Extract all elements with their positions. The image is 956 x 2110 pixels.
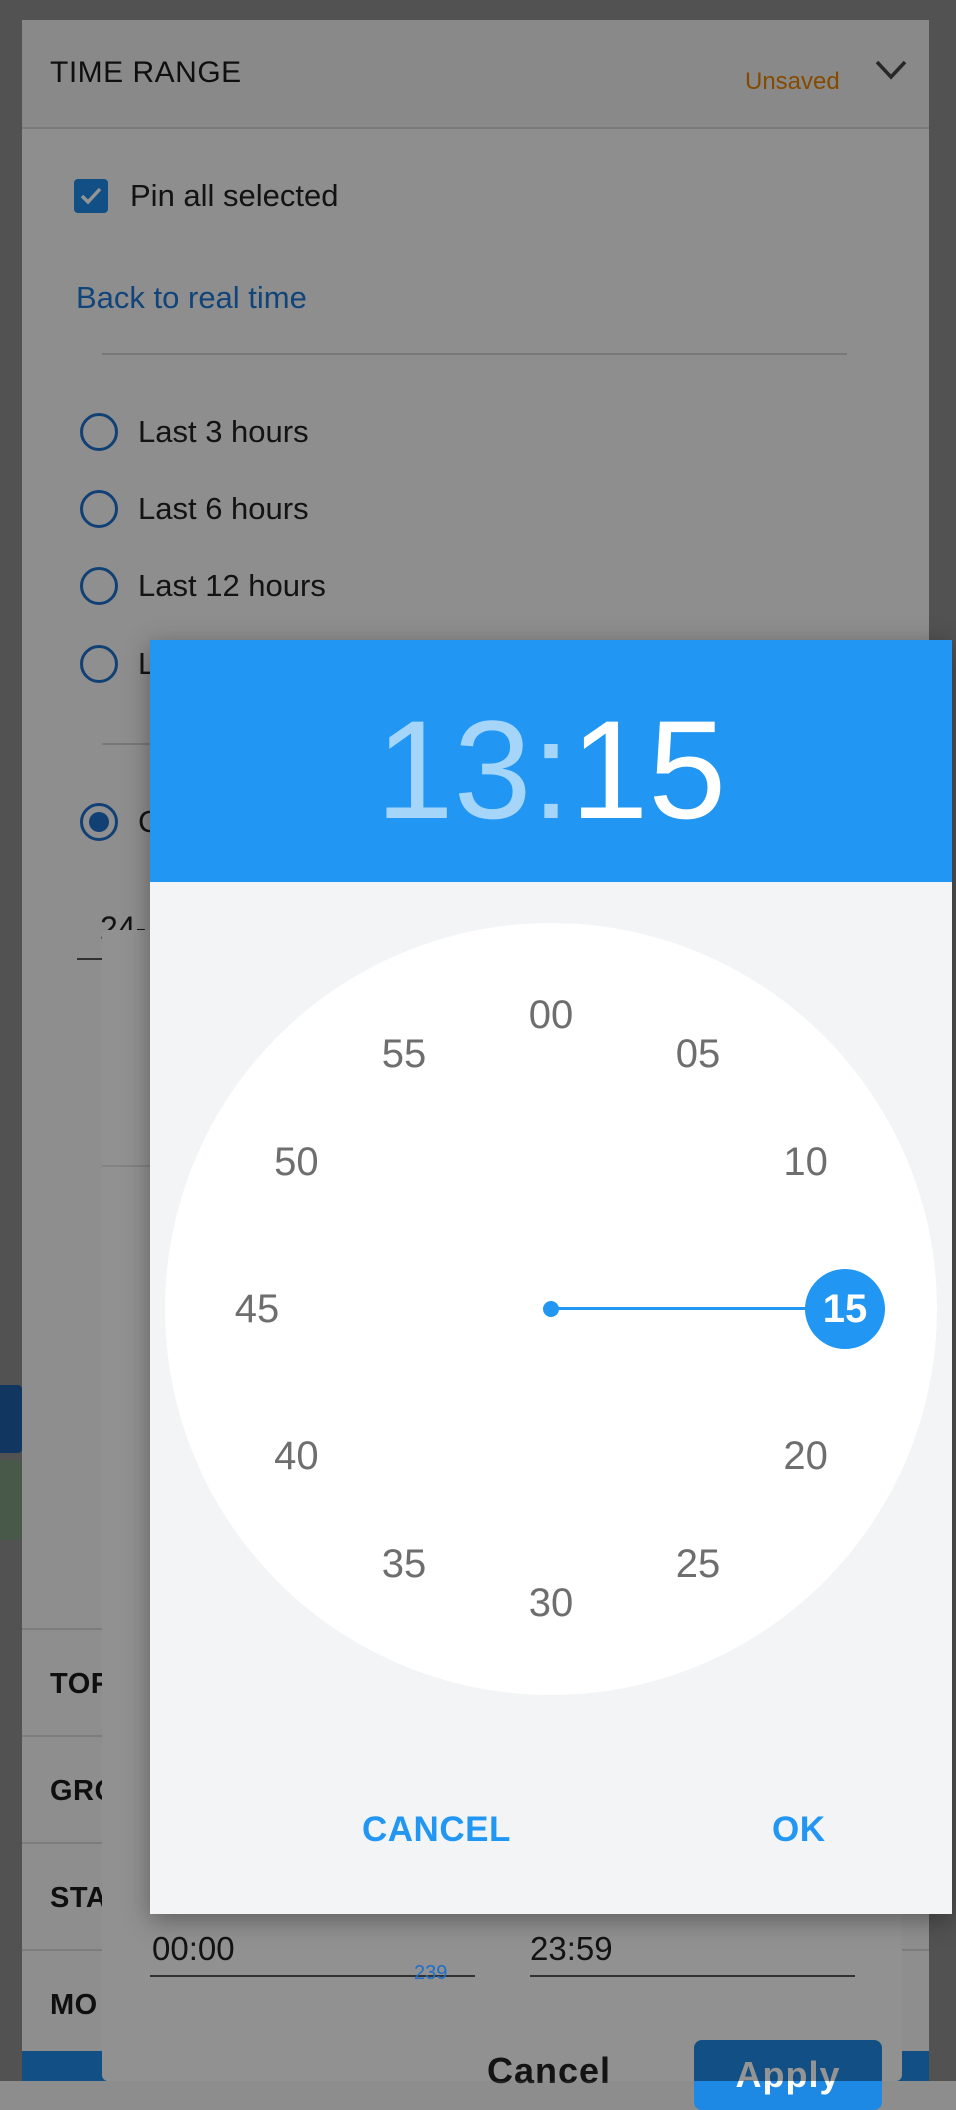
clock-minute-05[interactable]: 05 xyxy=(658,1024,738,1084)
clock-minute-10[interactable]: 10 xyxy=(766,1132,846,1192)
page-number: 239 xyxy=(414,1962,448,1984)
time-picker-header: 13:15 xyxy=(150,640,952,882)
minute-display[interactable]: 15 xyxy=(570,691,726,848)
clock-minute-55[interactable]: 55 xyxy=(364,1024,444,1084)
time-display: 13:15 xyxy=(150,700,952,840)
clock-selected-minute[interactable]: 15 xyxy=(805,1269,885,1349)
time-picker-actions: CANCEL OK xyxy=(150,1810,952,1870)
time-picker-dialog: 13:15 00 05 10 15 20 25 30 35 40 45 50 55 CANCEL OK xyxy=(150,640,952,1914)
clock-minute-35[interactable]: 35 xyxy=(364,1534,444,1594)
hour-display[interactable]: 13 xyxy=(376,691,532,848)
clock-minute-45[interactable]: 45 xyxy=(217,1279,297,1339)
clock-minute-25[interactable]: 25 xyxy=(658,1534,738,1594)
clock-center-dot xyxy=(543,1301,559,1317)
clock-dial[interactable]: 00 05 10 15 20 25 30 35 40 45 50 55 xyxy=(165,923,937,1695)
picker-ok-button[interactable]: OK xyxy=(772,1810,826,1850)
clock-minute-00[interactable]: 00 xyxy=(511,985,591,1045)
clock-minute-20[interactable]: 20 xyxy=(766,1426,846,1486)
clock-minute-30[interactable]: 30 xyxy=(511,1573,591,1633)
clock-minute-40[interactable]: 40 xyxy=(256,1426,336,1486)
time-separator: : xyxy=(531,691,571,848)
clock-hand xyxy=(551,1307,845,1310)
picker-cancel-button[interactable]: CANCEL xyxy=(362,1810,511,1850)
clock-minute-50[interactable]: 50 xyxy=(256,1132,336,1192)
